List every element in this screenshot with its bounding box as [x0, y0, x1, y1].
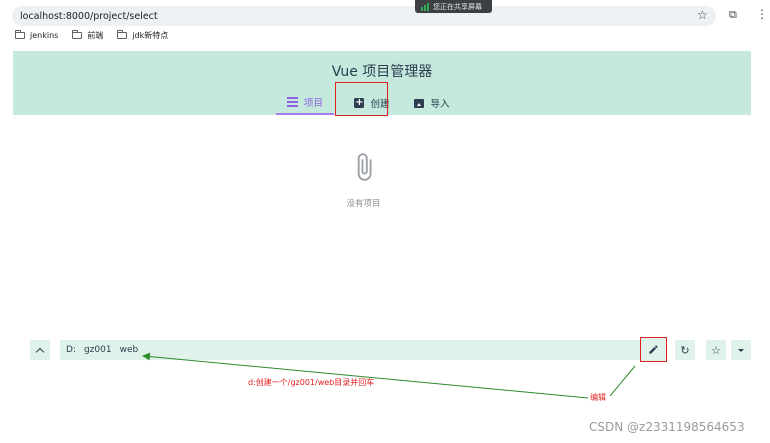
annotation-edit-note: 编辑: [590, 393, 606, 402]
watermark: CSDN @z2331198564653: [589, 420, 745, 434]
annotation-create-note: d:创建一个/gz001/web目录并回车: [248, 378, 375, 387]
annotation-arrows: [142, 352, 636, 399]
